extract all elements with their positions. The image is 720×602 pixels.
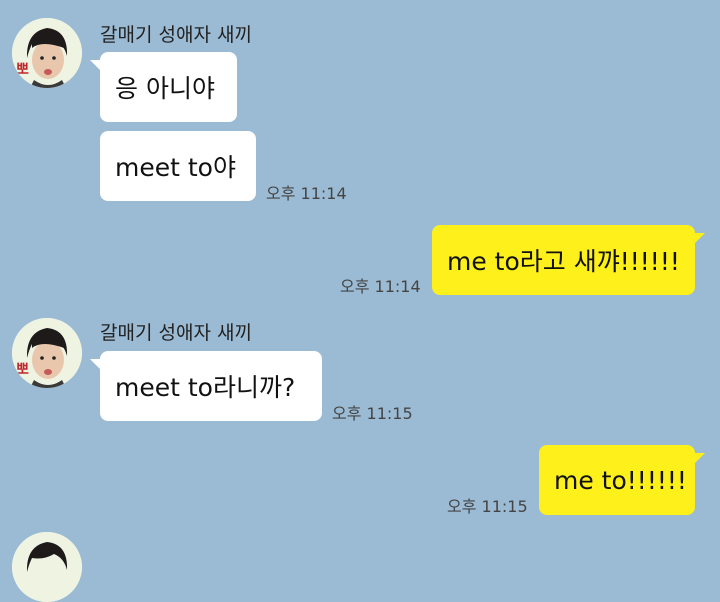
chat-room: 뽀 갈매기 성애자 새끼 응 아니야 meet to야 오후 11:14 오후 … [0,0,720,602]
sender-avatar[interactable]: 뽀 [12,18,82,88]
profile-avatar-icon: 뽀 [12,318,82,388]
outgoing-message-bubble[interactable]: me to!!!!!! [539,445,705,515]
message-text: me to라고 새꺄!!!!!! [447,247,680,276]
message-text: 응 아니야 [115,74,215,103]
incoming-message-bubble[interactable]: meet to야 [100,131,256,201]
message-timestamp: 오후 11:15 [447,497,528,516]
message-text: meet to야 [115,153,236,182]
sender-avatar[interactable]: 뽀 [12,318,82,388]
svg-text:뽀: 뽀 [16,362,29,378]
message-timestamp: 오후 11:14 [340,277,421,296]
message-timestamp: 오후 11:14 [266,184,347,203]
bubble-tail [693,453,705,465]
outgoing-message-bubble[interactable]: me to라고 새꺄!!!!!! [432,225,705,295]
profile-avatar-icon: 뽀 [12,18,82,88]
sender-avatar[interactable] [12,532,82,602]
bubble-tail [90,60,102,72]
bubble-tail [693,233,705,245]
message-text: me to!!!!!! [554,465,687,495]
message-timestamp: 오후 11:15 [332,404,413,423]
profile-avatar-icon [12,532,82,602]
message-text: meet to라니까? [115,373,296,402]
incoming-message-bubble[interactable]: meet to라니까? [90,351,322,421]
bubble-tail [90,359,102,371]
incoming-message-bubble[interactable]: 응 아니야 [90,52,237,122]
sender-name: 갈매기 성애자 새끼 [100,24,252,46]
svg-text:뽀: 뽀 [16,62,29,78]
sender-name: 갈매기 성애자 새끼 [100,322,252,344]
